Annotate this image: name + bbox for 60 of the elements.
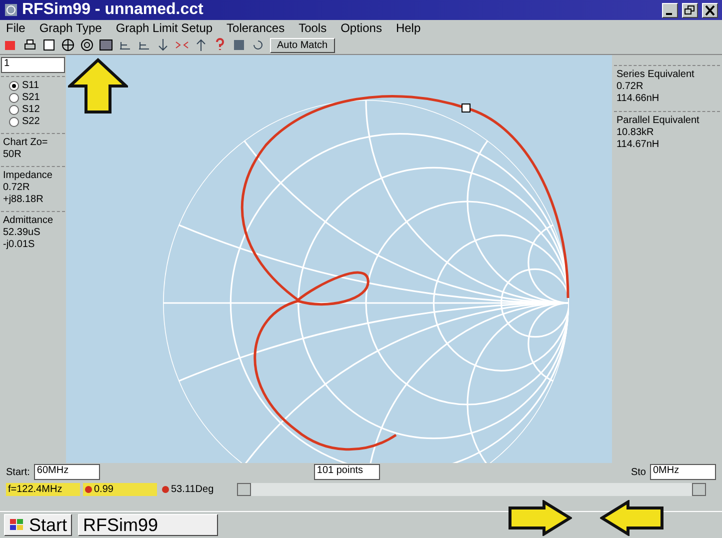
status-text: 53.11Deg — [171, 484, 214, 494]
polar-icon[interactable] — [80, 38, 94, 52]
down-arrow-icon[interactable] — [156, 38, 170, 52]
taskbar-button[interactable]: RFSim99 — [78, 514, 218, 536]
radio-label: S21 — [22, 92, 40, 103]
value-text: 0.72R — [616, 81, 644, 92]
menu-item[interactable]: Tools — [298, 21, 327, 35]
menu-item[interactable]: Graph Type — [39, 21, 102, 35]
radio-button[interactable] — [9, 104, 19, 114]
input-field[interactable]: 1 — [1, 57, 66, 73]
menu-item[interactable]: Help — [396, 21, 421, 35]
section-title: Parallel Equivalent — [616, 115, 700, 126]
minimize-icon[interactable] — [662, 2, 678, 18]
radio-button[interactable] — [9, 116, 19, 126]
status-text: 0.99 — [94, 484, 114, 494]
value-text: 10.83kR — [616, 127, 655, 138]
menu-item[interactable]: Tolerances — [226, 21, 285, 35]
windows-logo-icon — [9, 518, 25, 532]
app-icon — [4, 3, 18, 17]
section-title: Series Equivalent — [616, 69, 696, 80]
value-text: 114.66nH — [616, 93, 660, 104]
printer-icon[interactable] — [23, 38, 37, 52]
points-field[interactable]: 101 points — [314, 464, 380, 480]
marker-dot-icon — [162, 486, 169, 492]
section-title: Admittance — [3, 215, 54, 226]
radio-label: S11 — [22, 80, 40, 91]
menu-item[interactable]: File — [6, 21, 26, 35]
scrollbar[interactable] — [237, 482, 706, 496]
smith-chart-icon[interactable] — [61, 38, 75, 52]
start-label: Start: — [6, 466, 30, 478]
value-text: +j88.18R — [3, 194, 44, 205]
radio-button[interactable] — [9, 92, 19, 102]
menu-item[interactable]: Options — [340, 21, 382, 35]
value-text: 52.39uS — [3, 227, 42, 238]
radio-label: S12 — [22, 104, 40, 115]
close-icon[interactable] — [702, 2, 718, 18]
marker-dot-icon — [85, 486, 92, 492]
window-title: RFSim99 - unnamed.cct — [22, 1, 204, 19]
stop-label: Sto — [630, 466, 646, 478]
section-title: Impedance — [3, 170, 54, 181]
pointer-arrow — [600, 500, 664, 536]
auto-match-button[interactable]: Auto Match — [270, 38, 335, 52]
pointer-arrow — [508, 500, 572, 536]
start-button[interactable]: Start — [4, 514, 72, 536]
status-text: f=122.4MHz — [8, 484, 62, 494]
help-icon[interactable] — [213, 38, 227, 52]
start-field[interactable]: 60MHz — [34, 464, 100, 480]
radio-button[interactable] — [9, 80, 19, 90]
up-arrow-icon[interactable] — [194, 38, 208, 52]
radio-label: S22 — [22, 116, 40, 127]
chart-zo-value: 50R — [3, 149, 22, 160]
pointer-arrow — [68, 58, 128, 114]
restore-icon[interactable] — [682, 2, 698, 18]
undo-icon[interactable] — [251, 38, 265, 52]
value-text: -j0.01S — [3, 239, 36, 250]
value-text: 114.67nH — [616, 139, 660, 150]
menu-item[interactable]: Graph Limit Setup — [116, 21, 213, 35]
value-text: 0.72R — [3, 182, 31, 193]
chart-zo-label: Chart Zo= — [3, 137, 49, 148]
stop-field[interactable]: 0MHz — [650, 464, 716, 480]
